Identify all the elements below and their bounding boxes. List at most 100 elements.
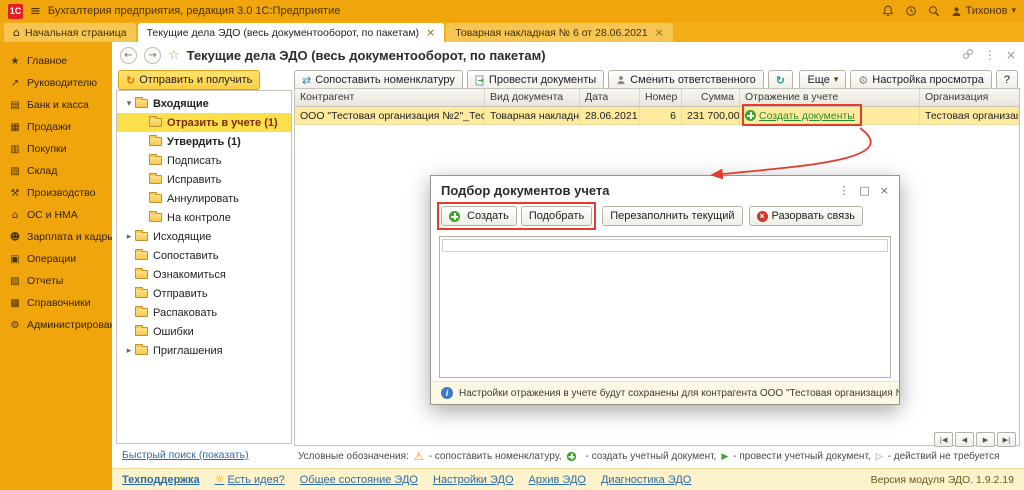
sidebar-item-reports[interactable]: ▨ Отчеты: [0, 270, 112, 292]
history-icon[interactable]: [905, 5, 917, 17]
dialog-pick-button[interactable]: Подобрать: [520, 206, 593, 226]
sidebar-item-fixed-assets[interactable]: ⌂ ОС и НМА: [0, 204, 112, 226]
page-title: Текущие дела ЭДО (весь документооборот, …: [186, 47, 546, 63]
sidebar-item-directories[interactable]: ▩ Справочники: [0, 292, 112, 314]
main-area: ← → ☆ Текущие дела ЭДО (весь документооб…: [112, 42, 1024, 490]
more-kebab-icon[interactable]: ⋮: [984, 48, 996, 62]
sidebar-item-sales[interactable]: ▦ Продажи: [0, 116, 112, 138]
tree-item-reflect-in-accounting[interactable]: Отразить в учете (1): [117, 113, 291, 132]
tree-item-unpack[interactable]: Распаковать: [117, 303, 291, 322]
help-button[interactable]: ?: [995, 70, 1018, 90]
tab-home[interactable]: ⌂ Начальная страница: [4, 23, 136, 42]
dialog-close-icon[interactable]: ×: [880, 184, 889, 197]
main-menu-icon[interactable]: ≡: [30, 4, 41, 19]
folder-icon: [149, 211, 162, 222]
post-doc-icon: [475, 75, 484, 85]
match-nomenclature-button[interactable]: ⇄ Сопоставить номенклатуру: [294, 70, 463, 90]
col-number[interactable]: Номер: [640, 89, 682, 106]
tab-waybill[interactable]: Товарная накладная № 6 от 28.06.2021 ×: [446, 23, 673, 42]
col-organization[interactable]: Организация: [920, 89, 1019, 106]
cell-number: 6: [640, 106, 682, 125]
tabbar: ⌂ Начальная страница Текущие дела ЭДО (в…: [0, 22, 1024, 42]
warning-icon: ⚠: [413, 450, 424, 463]
plus-icon: [449, 210, 460, 222]
tree-item-approve[interactable]: Утвердить (1): [117, 132, 291, 151]
send-receive-button[interactable]: ↻ Отправить и получить: [118, 70, 261, 90]
get-link-icon[interactable]: [962, 48, 974, 63]
tree-item-outgoing[interactable]: ▸ Исходящие: [117, 227, 291, 246]
sidebar-item-production[interactable]: ⚒ Производство: [0, 182, 112, 204]
sidebar-item-operations[interactable]: ▣ Операции: [0, 248, 112, 270]
user-menu[interactable]: Тихонов ▾: [951, 5, 1016, 17]
icon-payroll-hr: ☻: [9, 231, 21, 243]
edo-overall-state-link[interactable]: Общее состояние ЭДО: [300, 474, 418, 486]
change-responsible-button[interactable]: Сменить ответственного: [608, 70, 764, 90]
search-icon[interactable]: [928, 5, 940, 17]
dialog-create-button[interactable]: Создать: [441, 206, 517, 226]
chevron-down-icon: ▾: [833, 75, 839, 85]
col-reflection[interactable]: Отражение в учете: [740, 89, 920, 106]
close-icon[interactable]: ×: [426, 26, 435, 39]
post-documents-button[interactable]: Провести документы: [466, 70, 605, 90]
tab-edo-current-tasks[interactable]: Текущие дела ЭДО (весь документооборот, …: [137, 23, 445, 42]
col-date[interactable]: Дата: [580, 89, 640, 106]
col-sum[interactable]: Сумма: [682, 89, 740, 106]
edo-archive-link[interactable]: Архив ЭДО: [529, 474, 586, 486]
dialog-document-list[interactable]: [439, 236, 891, 378]
table-row[interactable]: ООО "Тестовая организация №2"_Тест_ Това…: [295, 106, 1019, 125]
tree-item-errors[interactable]: Ошибки: [117, 322, 291, 341]
dialog-refill-button[interactable]: Перезаполнить текущий: [602, 206, 743, 226]
sidebar-item-payroll-hr[interactable]: ☻ Зарплата и кадры: [0, 226, 112, 248]
tree-item-incoming[interactable]: ▾ Входящие: [117, 94, 291, 113]
expander-icon[interactable]: ▸: [123, 346, 135, 356]
notifications-bell-icon[interactable]: [882, 5, 894, 17]
edo-diagnostics-link[interactable]: Диагностика ЭДО: [601, 474, 691, 486]
folder-icon: [149, 192, 162, 203]
sidebar-item-warehouse[interactable]: ▧ Склад: [0, 160, 112, 182]
chevron-down-icon: ▾: [1011, 6, 1016, 16]
dialog-maximize-icon[interactable]: □: [859, 184, 869, 197]
sidebar-item-purchases[interactable]: ▥ Покупки: [0, 138, 112, 160]
sidebar-item-main[interactable]: ★ Главное: [0, 50, 112, 72]
close-form-icon[interactable]: ×: [1006, 48, 1016, 62]
tree-item-annul[interactable]: Аннулировать: [117, 189, 291, 208]
edo-settings-link[interactable]: Настройки ЭДО: [433, 474, 514, 486]
idea-link[interactable]: ☼ Есть идея?: [215, 473, 285, 486]
tree-item-match[interactable]: Сопоставить: [117, 246, 291, 265]
nav-forward-button[interactable]: →: [144, 46, 161, 64]
dialog-unlink-button[interactable]: Разорвать связь: [748, 206, 863, 226]
tree-item-correct[interactable]: Исправить: [117, 170, 291, 189]
create-documents-link[interactable]: Создать документы: [759, 110, 855, 122]
legend: Условные обозначения: ⚠ - сопоставить но…: [298, 450, 1000, 463]
favorite-star-icon[interactable]: ☆: [168, 48, 180, 63]
nav-back-button[interactable]: ←: [120, 46, 137, 64]
expander-icon[interactable]: ▾: [123, 99, 135, 109]
icon-bank-cash: ▤: [10, 99, 20, 111]
col-contragent[interactable]: Контрагент: [295, 89, 485, 106]
edo-folder-tree: ▾ Входящие Отразить в учете (1) Утвердить…: [116, 90, 292, 444]
tree-item-sign[interactable]: Подписать: [117, 151, 291, 170]
icon-administration: ⚙: [10, 319, 20, 331]
refresh-button[interactable]: ↻: [767, 70, 793, 90]
pager-prev-button[interactable]: ◀: [955, 432, 974, 447]
close-icon[interactable]: ×: [655, 26, 664, 39]
tree-item-send[interactable]: Отправить: [117, 284, 291, 303]
tree-item-on-control[interactable]: На контроле: [117, 208, 291, 227]
tree-item-invitations[interactable]: ▸ Приглашения: [117, 341, 291, 360]
view-settings-button[interactable]: ⚙ Настройка просмотра: [850, 70, 992, 90]
pager-first-button[interactable]: |◀: [934, 432, 953, 447]
expander-icon[interactable]: ▸: [123, 232, 135, 242]
pager-next-button[interactable]: ▶: [976, 432, 995, 447]
sidebar-item-administration[interactable]: ⚙Администрирование: [0, 314, 112, 336]
tree-item-review[interactable]: Ознакомиться: [117, 265, 291, 284]
icon-purchases: ▥: [10, 143, 20, 155]
more-button[interactable]: Еще ▾: [799, 70, 847, 90]
dialog-kebab-icon[interactable]: ⋮: [838, 184, 849, 197]
col-doc-type[interactable]: Вид документа: [485, 89, 580, 106]
sidebar-item-manager[interactable]: ↗ Руководителю: [0, 72, 112, 94]
sidebar-item-bank-cash[interactable]: ▤ Банк и касса: [0, 94, 112, 116]
quick-search-link[interactable]: Быстрый поиск (показать): [122, 449, 249, 461]
home-icon: ⌂: [13, 26, 20, 39]
tech-support-link[interactable]: Техподдержка: [122, 474, 200, 486]
pager-last-button[interactable]: ▶|: [997, 432, 1016, 447]
